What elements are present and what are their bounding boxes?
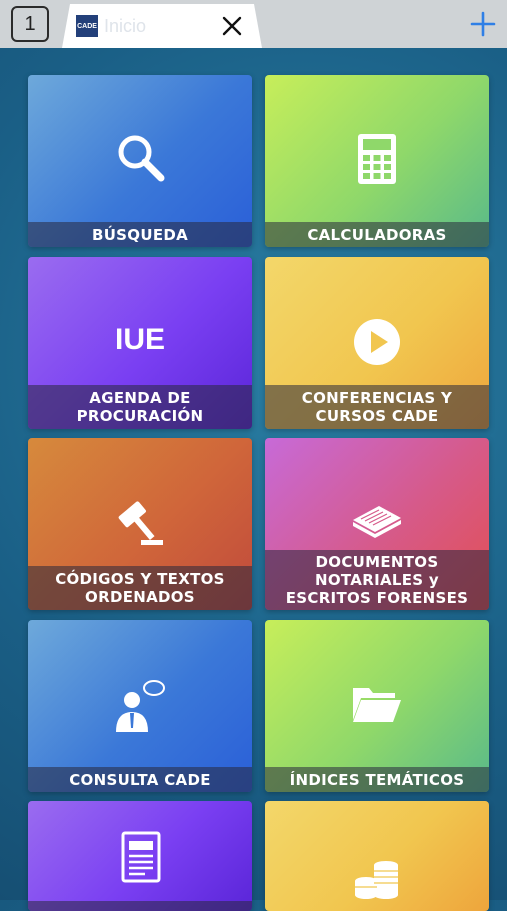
calculator-icon xyxy=(358,134,396,184)
newspaper-icon xyxy=(121,831,161,883)
consultant-icon xyxy=(116,680,165,732)
tab-bar: 1 CADE Inicio xyxy=(0,0,507,48)
tile-calculadoras[interactable]: CALCULADORAS xyxy=(265,75,489,247)
tile-row5-left[interactable] xyxy=(28,801,252,911)
tile-label xyxy=(28,901,252,911)
tile-indices-tematicos[interactable]: ÍNDICES TEMÁTICOS xyxy=(265,620,489,792)
iue-logo-icon: IUE xyxy=(114,323,165,356)
tile-busqueda[interactable]: BÚSQUEDA xyxy=(28,75,252,247)
folder-icon xyxy=(353,688,401,722)
tile-conferencias-cursos[interactable]: CONFERENCIAS Y CURSOS CADE xyxy=(265,257,489,429)
tab-count-button[interactable]: 1 xyxy=(11,6,49,42)
close-icon[interactable] xyxy=(220,14,244,38)
cade-logo-icon: CADE xyxy=(76,15,98,37)
tile-codigos-textos[interactable]: CÓDIGOS Y TEXTOS ORDENADOS xyxy=(28,438,252,610)
tab-inicio[interactable]: CADE Inicio xyxy=(62,4,262,48)
tile-label: ÍNDICES TEMÁTICOS xyxy=(265,767,489,792)
play-icon xyxy=(354,319,400,365)
plus-icon[interactable] xyxy=(470,11,496,37)
tile-label: CONFERENCIAS Y CURSOS CADE xyxy=(265,385,489,429)
coins-icon xyxy=(355,861,398,899)
tile-label: CÓDIGOS Y TEXTOS ORDENADOS xyxy=(28,566,252,610)
tile-label: CONSULTA CADE xyxy=(28,767,252,792)
search-icon xyxy=(118,135,165,182)
tile-row5-right[interactable] xyxy=(265,801,489,911)
tile-label: CALCULADORAS xyxy=(265,222,489,247)
tile-agenda-procuracion[interactable]: IUE AGENDA DE PROCURACIÓN xyxy=(28,257,252,429)
gavel-icon xyxy=(118,501,163,545)
tile-label: DOCUMENTOS NOTARIALES y ESCRITOS FORENSE… xyxy=(265,550,489,610)
tile-documentos-notariales[interactable]: DOCUMENTOS NOTARIALES y ESCRITOS FORENSE… xyxy=(265,438,489,610)
tab-title: Inicio xyxy=(104,16,147,36)
tile-label: BÚSQUEDA xyxy=(28,222,252,247)
tile-consulta-cade[interactable]: CONSULTA CADE xyxy=(28,620,252,792)
documents-stack-icon xyxy=(353,506,401,538)
tile-label: AGENDA DE PROCURACIÓN xyxy=(28,385,252,429)
